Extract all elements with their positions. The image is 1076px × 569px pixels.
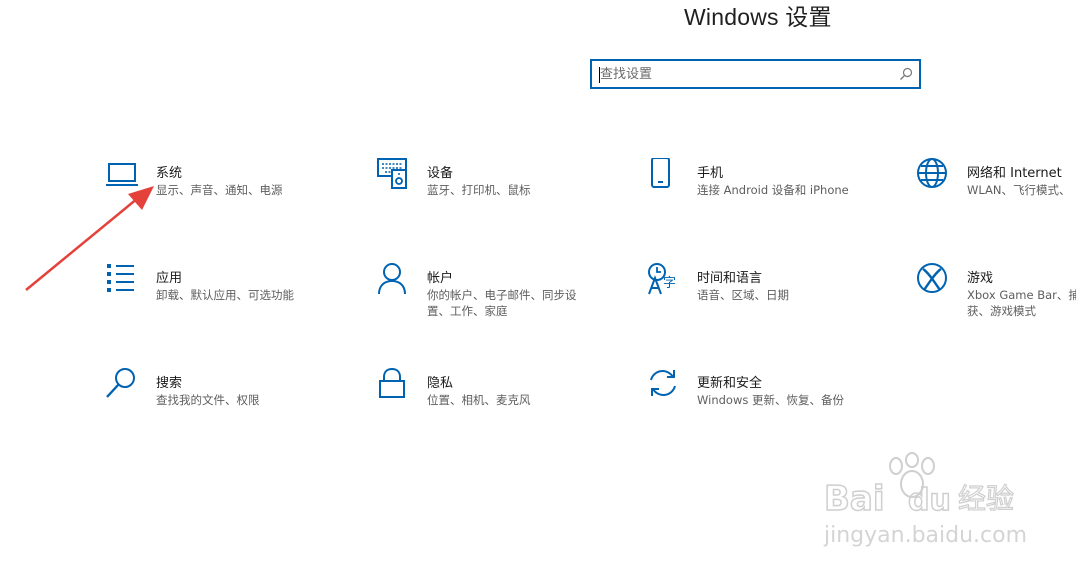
tile-title: 隐私 bbox=[427, 376, 454, 391]
svg-text:经验: 经验 bbox=[958, 482, 1014, 515]
baidu-watermark-logo: Bai du 经验 jingyan.baidu.com bbox=[823, 452, 1027, 548]
phone-icon bbox=[651, 158, 670, 188]
globe-icon bbox=[917, 158, 947, 188]
page-title: Windows 设置 bbox=[684, 4, 832, 30]
tile-title: 帐户 bbox=[427, 271, 454, 286]
svg-text:Bai: Bai bbox=[824, 479, 885, 519]
time-language-icon: 字 bbox=[648, 263, 676, 295]
tile-update-security[interactable]: 更新和安全 Windows 更新、恢复、备份 bbox=[647, 368, 887, 428]
tile-network-internet[interactable]: 网络和 Internet WLAN、飞行模式、 bbox=[917, 158, 1076, 218]
tile-privacy[interactable]: 隐私 位置、相机、麦克风 bbox=[377, 368, 617, 428]
tile-description: 连接 Android 设备和 iPhone bbox=[697, 183, 849, 197]
svg-text:jingyan.baidu.com: jingyan.baidu.com bbox=[823, 523, 1027, 548]
tile-search[interactable]: 搜索 查找我的文件、权限 bbox=[106, 368, 346, 428]
tile-time-language[interactable]: 字 时间和语言 语音、区域、日期 bbox=[647, 263, 887, 323]
tile-description: Xbox Game Bar、捕获、游戏模式 bbox=[967, 288, 1076, 318]
tile-description: 位置、相机、麦克风 bbox=[427, 393, 531, 407]
tile-description: Windows 更新、恢复、备份 bbox=[697, 393, 844, 407]
tile-description: WLAN、飞行模式、 bbox=[967, 183, 1071, 197]
annotation-arrow bbox=[25, 186, 154, 291]
tile-devices[interactable]: 设备 蓝牙、打印机、鼠标 bbox=[377, 158, 617, 218]
tile-description: 显示、声音、通知、电源 bbox=[156, 183, 283, 197]
tile-title: 设备 bbox=[427, 166, 454, 181]
search-box[interactable] bbox=[590, 59, 921, 89]
tile-title: 更新和安全 bbox=[697, 376, 763, 391]
tile-title: 网络和 Internet bbox=[967, 166, 1062, 181]
search-input[interactable] bbox=[600, 66, 890, 83]
tile-title: 系统 bbox=[156, 166, 183, 181]
lock-icon bbox=[379, 368, 405, 398]
tile-title: 手机 bbox=[697, 166, 724, 181]
person-icon bbox=[378, 263, 406, 295]
tile-title: 时间和语言 bbox=[697, 271, 763, 286]
tile-title: 搜索 bbox=[156, 376, 183, 391]
tile-description: 卸载、默认应用、可选功能 bbox=[156, 288, 294, 302]
svg-text:du: du bbox=[908, 483, 951, 518]
xbox-icon bbox=[917, 263, 947, 293]
tile-description: 你的帐户、电子邮件、同步设置、工作、家庭 bbox=[427, 288, 577, 318]
tile-gaming[interactable]: 游戏 Xbox Game Bar、捕获、游戏模式 bbox=[917, 263, 1076, 323]
tile-description: 语音、区域、日期 bbox=[697, 288, 789, 302]
tile-description: 蓝牙、打印机、鼠标 bbox=[427, 183, 531, 197]
search-icon[interactable] bbox=[899, 67, 913, 81]
devices-icon bbox=[377, 158, 407, 189]
tile-title: 游戏 bbox=[967, 271, 994, 286]
text-cursor bbox=[599, 67, 600, 83]
tile-description: 查找我的文件、权限 bbox=[156, 393, 260, 407]
search-magnifier-icon bbox=[106, 368, 135, 398]
tile-accounts[interactable]: 帐户 你的帐户、电子邮件、同步设置、工作、家庭 bbox=[377, 263, 617, 323]
tile-phone[interactable]: 手机 连接 Android 设备和 iPhone bbox=[647, 158, 887, 218]
svg-text:字: 字 bbox=[663, 276, 676, 291]
sync-icon bbox=[650, 370, 676, 396]
